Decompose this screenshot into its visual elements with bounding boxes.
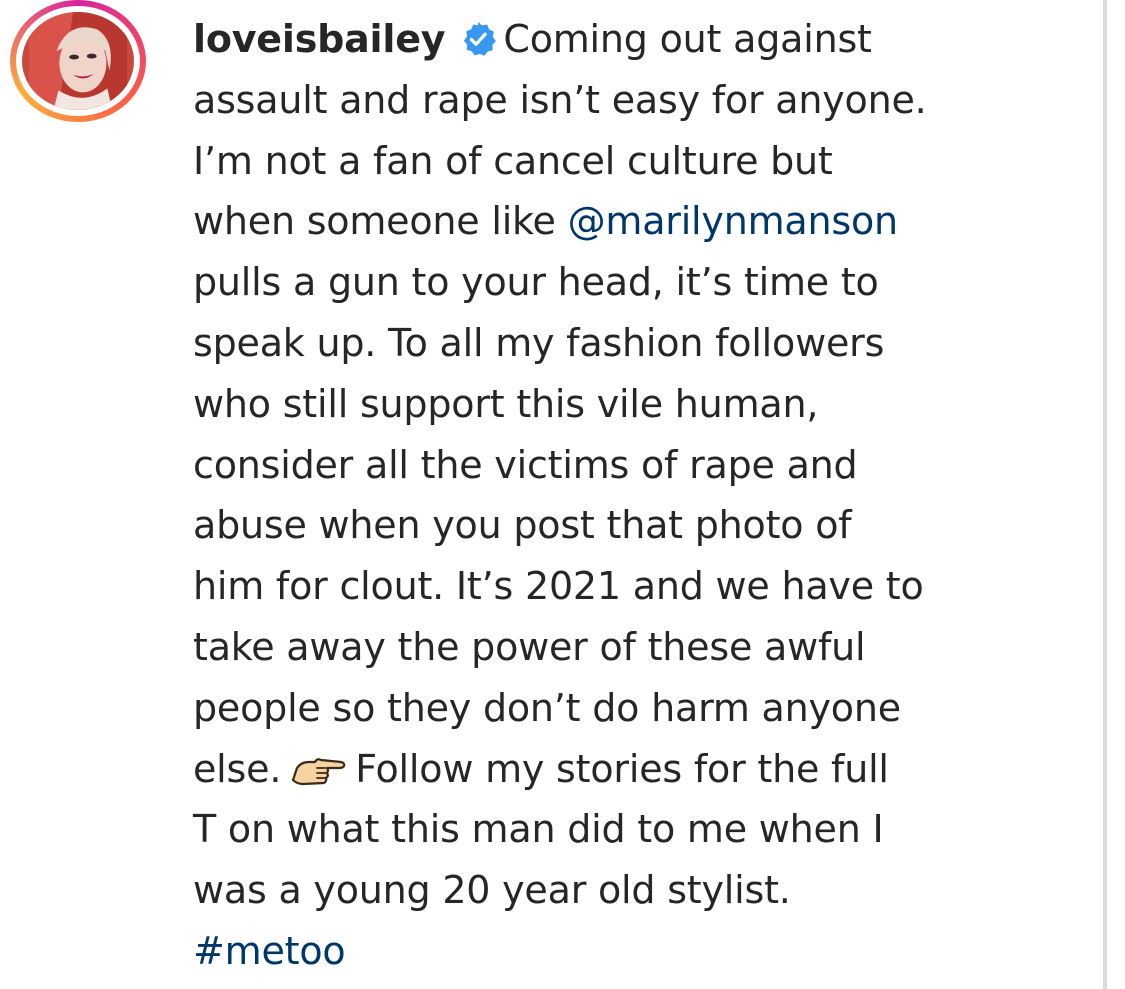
caption-line: pulls a gun to your head, it’s time to xyxy=(193,260,879,305)
caption-line: take away the power of these awful xyxy=(193,624,866,669)
caption-text: Coming out against xyxy=(503,17,872,61)
caption-line: I’m not a fan of cancel culture but xyxy=(193,138,833,183)
caption-line: loveisbailey Coming out against xyxy=(193,9,1093,70)
hashtag-link[interactable]: #metoo xyxy=(193,929,346,973)
caption-line: consider all the victims of rape and xyxy=(193,442,858,487)
caption-line: T on what this man did to me when I xyxy=(193,807,884,852)
instagram-post-caption: loveisbailey Coming out against assault a… xyxy=(0,0,1103,989)
caption-line: him for clout. It’s 2021 and we have to xyxy=(193,564,924,609)
caption-line: #metoo xyxy=(193,921,1093,982)
post-caption: loveisbailey Coming out against assault a… xyxy=(193,9,1093,982)
caption-line: people so they don’t do harm anyone xyxy=(193,685,901,730)
caption-line: abuse when you post that photo of xyxy=(193,503,852,548)
username-link[interactable]: loveisbailey xyxy=(193,17,446,61)
avatar-image xyxy=(29,12,127,110)
caption-line: assault and rape isn’t easy for anyone. xyxy=(193,77,927,122)
caption-text: else. xyxy=(193,746,282,791)
mention-link[interactable]: @marilynmanson xyxy=(568,199,899,243)
story-ring[interactable] xyxy=(10,0,146,122)
caption-text: Follow my stories for the full xyxy=(355,746,889,791)
caption-line: speak up. To all my fashion followers xyxy=(193,320,885,365)
caption-line: else. Follow my stories for the full xyxy=(193,739,1093,800)
caption-line: was a young 20 year old stylist. xyxy=(193,868,791,913)
caption-line: when someone like @marilynmanson xyxy=(193,191,1093,252)
caption-line: who still support this vile human, xyxy=(193,381,819,426)
pointing-hand-emoji-icon xyxy=(289,750,349,790)
verified-badge-icon xyxy=(459,20,497,58)
profile-avatar[interactable] xyxy=(22,12,134,110)
caption-text: when someone like xyxy=(193,199,568,244)
panel-divider xyxy=(1103,0,1107,989)
